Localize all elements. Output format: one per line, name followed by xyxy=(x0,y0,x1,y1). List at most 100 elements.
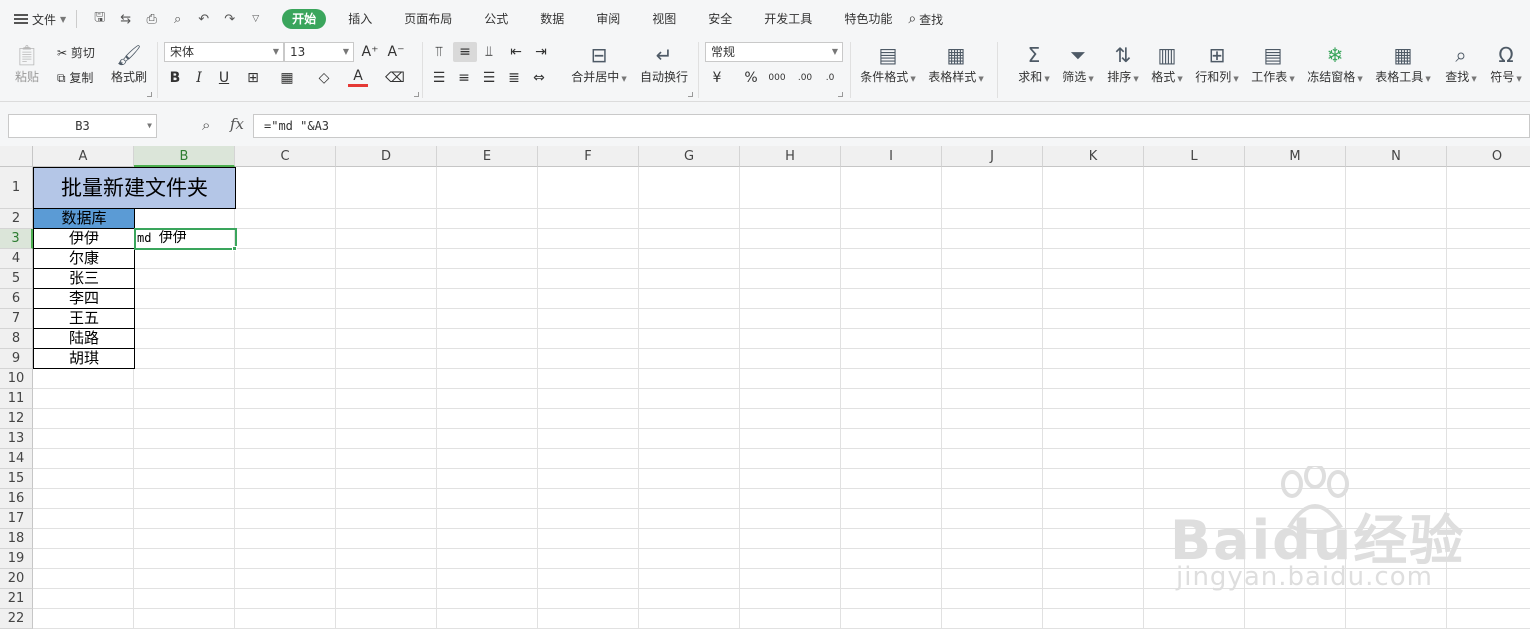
row-header-5[interactable]: 5 xyxy=(0,269,33,289)
wrap-text-button[interactable]: ↵ 自动换行 xyxy=(638,42,690,86)
align-middle-icon[interactable]: ≡ xyxy=(453,42,477,62)
cell-a6[interactable]: 李四 xyxy=(33,289,135,309)
formula-input[interactable]: ="md "&A3 xyxy=(253,114,1530,138)
align-left-icon[interactable]: ☰ xyxy=(429,68,449,88)
decrease-font-icon[interactable]: A⁻ xyxy=(386,42,406,62)
row-header-19[interactable]: 19 xyxy=(0,549,33,569)
cell-a9[interactable]: 胡琪 xyxy=(33,349,135,369)
cell-a4[interactable]: 尔康 xyxy=(33,249,135,269)
dialog-launcher[interactable] xyxy=(414,92,419,97)
table-tools-button[interactable]: ▦ 表格工具 ▼ xyxy=(1372,42,1434,86)
tab-home[interactable]: 开始 xyxy=(282,9,327,29)
zoom-icon[interactable]: ⌕ xyxy=(202,116,210,134)
worksheet-button[interactable]: ▤ 工作表 ▼ xyxy=(1248,42,1298,86)
fx-icon[interactable]: fx xyxy=(230,115,244,133)
column-header-i[interactable]: I xyxy=(841,146,942,167)
table-style-button[interactable]: ▦ 表格样式 ▼ xyxy=(925,42,987,86)
fill-color-icon[interactable]: ◇ xyxy=(314,68,334,88)
tab-features[interactable]: 特色功能 xyxy=(828,9,908,29)
justify-icon[interactable]: ≣ xyxy=(504,68,524,88)
tab-data[interactable]: 数据 xyxy=(524,9,580,29)
column-header-b[interactable]: B xyxy=(134,146,235,167)
column-header-h[interactable]: H xyxy=(740,146,841,167)
fill-handle[interactable] xyxy=(232,246,237,251)
column-header-m[interactable]: M xyxy=(1245,146,1346,167)
tab-page-layout[interactable]: 页面布局 xyxy=(388,9,468,29)
tab-view[interactable]: 视图 xyxy=(636,9,692,29)
column-header-f[interactable]: F xyxy=(538,146,639,167)
align-center-icon[interactable]: ≡ xyxy=(454,68,474,88)
merge-center-button[interactable]: ⊟ 合并居中 ▼ xyxy=(568,42,630,86)
currency-icon[interactable]: ¥ xyxy=(707,68,727,88)
row-header-3[interactable]: 3 xyxy=(0,229,33,249)
conditional-format-button[interactable]: ▤ 条件格式 ▼ xyxy=(857,42,919,86)
redo-icon[interactable]: ↷ xyxy=(221,12,238,27)
sort-button[interactable]: ⇅ 排序 ▼ xyxy=(1103,42,1143,86)
eraser-icon[interactable]: ⌫ xyxy=(385,68,405,88)
increase-decimal-icon[interactable]: .00 xyxy=(795,68,815,88)
row-header-8[interactable]: 8 xyxy=(0,329,33,349)
font-size-select[interactable]: 13 ▼ xyxy=(284,42,354,62)
format-button[interactable]: ▥ 格式 ▼ xyxy=(1147,42,1187,86)
indent-increase-icon[interactable]: ⇥ xyxy=(531,42,551,62)
customize-icon[interactable]: ▽ xyxy=(247,14,264,24)
fill-pattern-icon[interactable]: ▦ xyxy=(277,68,297,88)
cut-button[interactable]: ✂ 剪切 xyxy=(57,44,95,61)
tab-formula[interactable]: 公式 xyxy=(468,9,524,29)
row-header-21[interactable]: 21 xyxy=(0,589,33,609)
search-tab[interactable]: ⌕ 查找 xyxy=(908,11,943,28)
tab-review[interactable]: 审阅 xyxy=(580,9,636,29)
row-header-22[interactable]: 22 xyxy=(0,609,33,629)
column-header-d[interactable]: D xyxy=(336,146,437,167)
file-menu[interactable]: 文件 ▼ xyxy=(14,11,66,28)
format-painter-button[interactable]: 🖌︎ 格式刷 xyxy=(108,42,150,86)
filter-button[interactable]: ⏷ 筛选 ▼ xyxy=(1058,42,1098,86)
align-bottom-icon[interactable]: ⫫ xyxy=(479,42,499,62)
font-name-select[interactable]: 宋体 ▼ xyxy=(164,42,284,62)
tab-developer[interactable]: 开发工具 xyxy=(748,9,828,29)
row-header-2[interactable]: 2 xyxy=(0,209,33,229)
print-icon[interactable]: ⎙ xyxy=(143,12,160,27)
row-header-20[interactable]: 20 xyxy=(0,569,33,589)
distribute-icon[interactable]: ⇔ xyxy=(529,68,549,88)
column-header-c[interactable]: C xyxy=(235,146,336,167)
copy-button[interactable]: ⧉ 复制 xyxy=(57,69,93,86)
tab-insert[interactable]: 插入 xyxy=(332,9,388,29)
number-format-select[interactable]: 常规 ▼ xyxy=(705,42,843,62)
sum-button[interactable]: Σ 求和 ▼ xyxy=(1014,42,1054,86)
cell-a1-title[interactable]: 批量新建文件夹 xyxy=(33,167,236,209)
italic-icon[interactable]: I xyxy=(189,68,209,88)
tab-security[interactable]: 安全 xyxy=(692,9,748,29)
thousands-icon[interactable]: 000 xyxy=(767,68,787,88)
undo-icon[interactable]: ↶ xyxy=(195,12,212,27)
indent-decrease-icon[interactable]: ⇤ xyxy=(506,42,526,62)
row-header-11[interactable]: 11 xyxy=(0,389,33,409)
dialog-launcher[interactable] xyxy=(688,92,693,97)
symbol-button[interactable]: Ω 符号 ▼ xyxy=(1486,42,1526,86)
cell-a5[interactable]: 张三 xyxy=(33,269,135,289)
cell-a3[interactable]: 伊伊 xyxy=(33,229,135,249)
row-header-16[interactable]: 16 xyxy=(0,489,33,509)
align-top-icon[interactable]: ⫪ xyxy=(429,42,449,62)
row-header-4[interactable]: 4 xyxy=(0,249,33,269)
name-box[interactable]: B3 ▼ xyxy=(8,114,157,138)
cell-a2-header[interactable]: 数据库 xyxy=(33,209,135,229)
dialog-launcher[interactable] xyxy=(147,92,152,97)
paste-button[interactable]: 📋︎ 粘贴 xyxy=(10,42,44,86)
row-header-15[interactable]: 15 xyxy=(0,469,33,489)
cell-b3-selected[interactable]: md 伊伊 xyxy=(134,228,237,250)
row-header-12[interactable]: 12 xyxy=(0,409,33,429)
bold-icon[interactable]: B xyxy=(165,68,185,88)
select-all-corner[interactable] xyxy=(0,146,33,167)
font-color-icon[interactable]: A xyxy=(348,68,368,87)
percent-icon[interactable]: % xyxy=(741,68,761,88)
save-icon[interactable]: 🖫 xyxy=(91,8,108,30)
column-header-e[interactable]: E xyxy=(437,146,538,167)
row-header-9[interactable]: 9 xyxy=(0,349,33,369)
column-header-o[interactable]: O xyxy=(1447,146,1530,167)
row-header-1[interactable]: 1 xyxy=(0,167,33,209)
column-header-g[interactable]: G xyxy=(639,146,740,167)
underline-icon[interactable]: U xyxy=(214,68,234,88)
decrease-decimal-icon[interactable]: .0 xyxy=(820,68,840,88)
row-header-14[interactable]: 14 xyxy=(0,449,33,469)
